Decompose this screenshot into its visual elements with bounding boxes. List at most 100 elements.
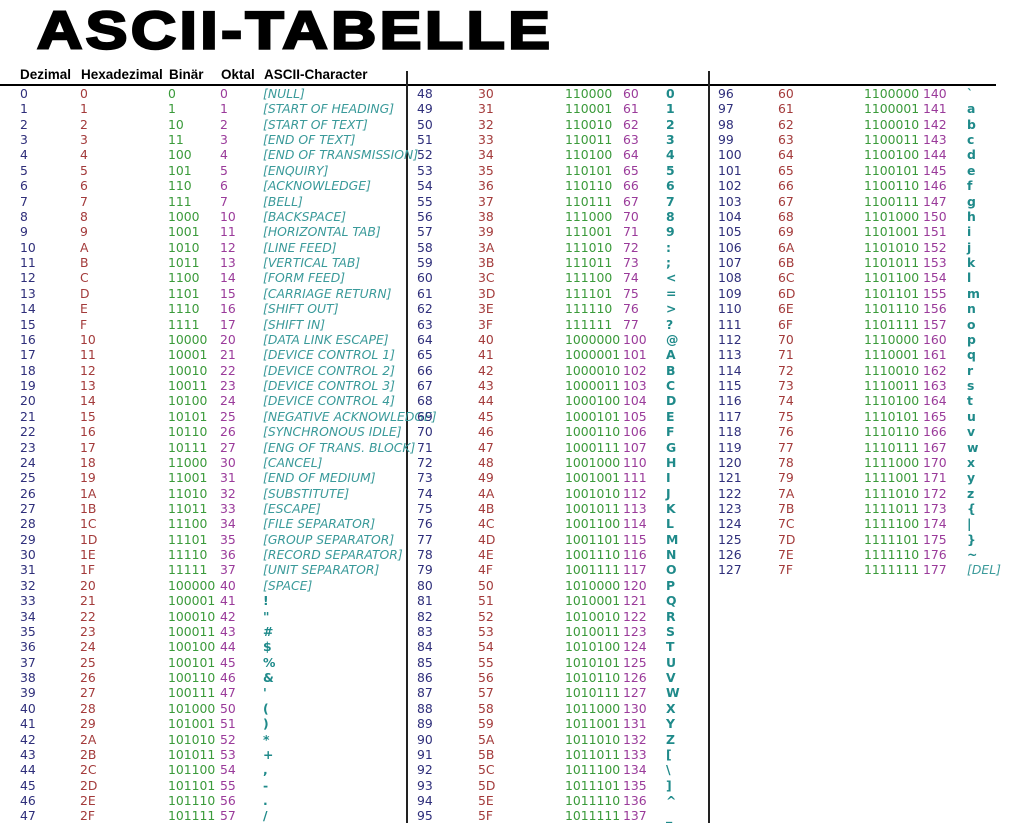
decimal-cell: 87 (417, 685, 433, 701)
char-cell: n (967, 301, 976, 317)
binary-cell: 1001100 (565, 516, 621, 532)
octal-cell: 125 (623, 654, 647, 670)
decimal-cell: 81 (417, 593, 433, 609)
decimal-cell: 109 (718, 285, 742, 301)
char-cell: 4 (666, 147, 675, 163)
char-cell: d (967, 147, 976, 163)
decimal-cell: 8 (20, 208, 28, 224)
octal-cell: 156 (923, 301, 947, 317)
octal-cell: 111 (623, 470, 647, 486)
decimal-cell: 6 (20, 178, 28, 194)
hex-cell: 3D (478, 285, 496, 301)
binary-cell: 1110110 (864, 424, 920, 440)
char-cell: v (967, 424, 976, 440)
binary-cell: 100110 (168, 670, 216, 686)
octal-cell: 71 (623, 224, 639, 240)
decimal-cell: 80 (417, 577, 433, 593)
decimal-cell: 26 (20, 485, 36, 501)
decimal-cell: 90 (417, 731, 433, 747)
binary-cell: 11110 (168, 547, 208, 563)
decimal-cell: 53 (417, 162, 433, 178)
char-cell: } (967, 531, 976, 547)
char-cell: [DEVICE CONTROL 3] (263, 378, 395, 394)
char-cell: [END OF MEDIUM] (263, 470, 376, 486)
binary-cell: 11010 (168, 485, 208, 501)
octal-cell: 126 (623, 670, 647, 686)
hex-cell: A (80, 239, 89, 255)
binary-cell: 1011100 (565, 762, 621, 778)
binary-cell: 1010110 (565, 670, 621, 686)
decimal-cell: 69 (417, 408, 433, 424)
binary-cell: 11000 (168, 454, 208, 470)
char-cell: 9 (666, 224, 675, 240)
hex-cell: 5F (478, 808, 494, 824)
decimal-cell: 40 (20, 700, 36, 716)
binary-cell: 1011 (168, 255, 200, 271)
octal-cell: 152 (923, 239, 947, 255)
binary-cell: 1 (168, 101, 176, 117)
binary-cell: 1101011 (864, 255, 920, 271)
char-cell: [DEVICE CONTROL 1] (263, 347, 395, 363)
decimal-cell: 70 (417, 424, 433, 440)
binary-cell: 1001000 (565, 454, 621, 470)
octal-cell: 32 (220, 485, 236, 501)
char-cell: { (967, 500, 976, 516)
hex-cell: 45 (478, 408, 494, 424)
octal-cell: 37 (220, 562, 236, 578)
octal-cell: 14 (220, 270, 236, 286)
hex-cell: 7A (778, 485, 795, 501)
octal-cell: 74 (623, 270, 639, 286)
hex-cell: 7E (778, 547, 794, 563)
hex-cell: 74 (778, 393, 794, 409)
decimal-cell: 93 (417, 777, 433, 793)
decimal-cell: 99 (718, 132, 734, 148)
decimal-cell: 100 (718, 147, 742, 163)
decimal-cell: 4 (20, 147, 28, 163)
decimal-cell: 78 (417, 547, 433, 563)
hex-cell: 46 (478, 424, 494, 440)
octal-cell: 65 (623, 162, 639, 178)
octal-cell: 174 (923, 516, 947, 532)
char-cell: [SHIFT OUT] (263, 301, 339, 317)
octal-cell: 5 (220, 162, 228, 178)
decimal-cell: 89 (417, 716, 433, 732)
hex-cell: 41 (478, 347, 494, 363)
binary-cell: 1011101 (565, 777, 621, 793)
hex-cell: 2E (80, 793, 96, 809)
decimal-cell: 42 (20, 731, 36, 747)
char-cell: ; (666, 255, 671, 271)
char-cell: ] (666, 777, 672, 793)
octal-cell: 57 (220, 808, 236, 824)
hex-cell: 57 (478, 685, 494, 701)
hex-cell: 6F (778, 316, 794, 332)
octal-cell: 70 (623, 208, 639, 224)
char-cell: N (666, 547, 677, 563)
char-cell: W (666, 685, 680, 701)
char-cell: [SUBSTITUTE] (263, 485, 350, 501)
decimal-cell: 16 (20, 331, 36, 347)
decimal-cell: 66 (417, 362, 433, 378)
hex-cell: 49 (478, 470, 494, 486)
octal-cell: 1 (220, 101, 228, 117)
decimal-cell: 43 (20, 746, 36, 762)
hex-cell: 7C (778, 516, 795, 532)
decimal-cell: 3 (20, 132, 28, 148)
char-cell: X (666, 700, 676, 716)
char-cell: & (263, 670, 274, 686)
char-cell: h (967, 208, 976, 224)
hex-cell: 6 (80, 178, 88, 194)
char-cell: R (666, 608, 676, 624)
hex-cell: 61 (778, 101, 794, 117)
octal-cell: 55 (220, 777, 236, 793)
char-cell: [FILE SEPARATOR] (263, 516, 376, 532)
decimal-cell: 61 (417, 285, 433, 301)
hex-cell: 68 (778, 208, 794, 224)
octal-cell: 51 (220, 716, 236, 732)
octal-cell: 114 (623, 516, 647, 532)
octal-cell: 22 (220, 362, 236, 378)
decimal-cell: 38 (20, 670, 36, 686)
char-cell: [SHIFT IN] (263, 316, 326, 332)
octal-cell: 175 (923, 531, 947, 547)
char-cell: , (263, 762, 268, 778)
binary-cell: 110 (168, 178, 192, 194)
